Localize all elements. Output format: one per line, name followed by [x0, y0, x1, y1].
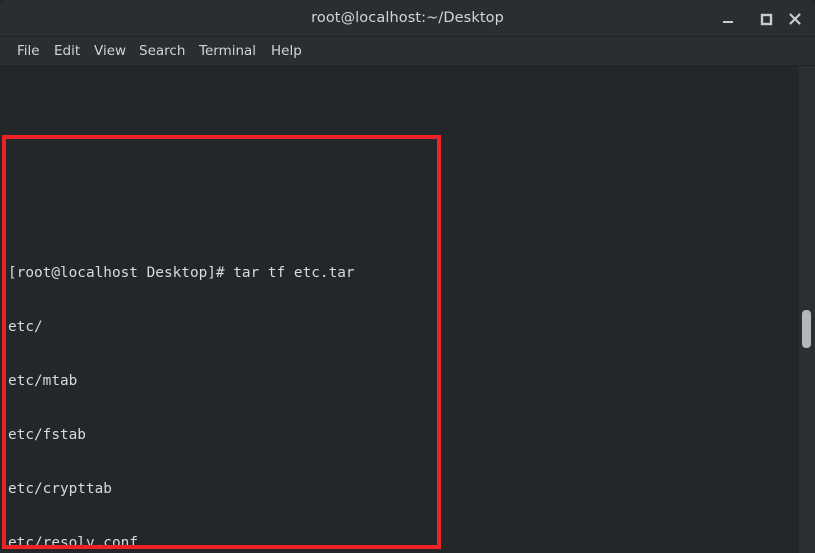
- terminal-output-line: etc/: [8, 319, 43, 335]
- minimize-icon: [723, 21, 733, 23]
- menu-item-help[interactable]: Help: [271, 37, 302, 65]
- window-title: root@localhost:~/Desktop: [311, 10, 504, 26]
- terminal-output-line: etc/resolv.conf: [8, 535, 138, 551]
- terminal-prompt-line: [root@localhost Desktop]# tar tf etc.tar: [8, 265, 355, 281]
- minimize-button[interactable]: [718, 9, 738, 29]
- vertical-scrollbar-thumb[interactable]: [802, 310, 811, 348]
- close-button[interactable]: [785, 9, 805, 29]
- close-icon: [789, 13, 801, 25]
- menu-item-terminal[interactable]: Terminal: [199, 37, 256, 65]
- spacer-line: [8, 210, 798, 228]
- menu-item-view[interactable]: View: [94, 37, 126, 65]
- maximize-icon: [760, 13, 773, 26]
- maximize-button[interactable]: [756, 9, 776, 29]
- spacer-line: [8, 102, 798, 120]
- terminal-window: root@localhost:~/Desktop File Edit View …: [0, 0, 815, 553]
- menu-item-file[interactable]: File: [17, 37, 40, 65]
- menu-item-search[interactable]: Search: [139, 37, 185, 65]
- menu-item-edit[interactable]: Edit: [54, 37, 80, 65]
- window-titlebar: root@localhost:~/Desktop: [0, 0, 815, 37]
- menu-bar: File Edit View Search Terminal Help: [0, 37, 815, 66]
- terminal-output-line: etc/crypttab: [8, 481, 112, 497]
- terminal-output-line: etc/fstab: [8, 427, 86, 443]
- spacer-line: [8, 156, 798, 174]
- terminal-output-line: etc/mtab: [8, 373, 78, 389]
- terminal-output-area[interactable]: [root@localhost Desktop]# tar tf etc.tar…: [0, 66, 815, 553]
- terminal-text: [root@localhost Desktop]# tar tf etc.tar…: [8, 66, 798, 553]
